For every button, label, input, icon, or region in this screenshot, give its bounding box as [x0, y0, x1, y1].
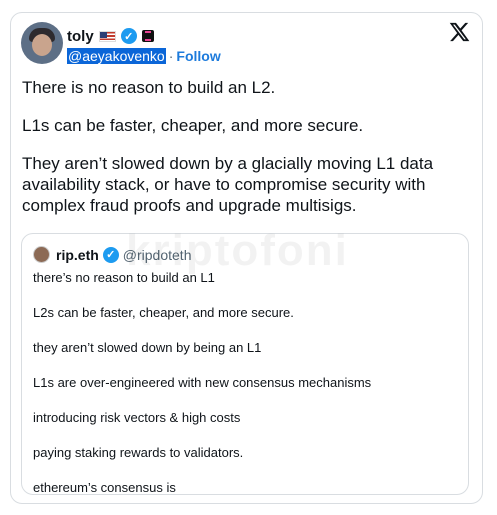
author-handle-row: @aeyakovenko · Follow [67, 48, 221, 64]
author-handle[interactable]: @aeyakovenko [67, 48, 166, 64]
quoted-line: L1s are over-engineered with new consens… [33, 375, 372, 390]
follow-button[interactable]: Follow [176, 48, 220, 64]
separator-dot: · [168, 48, 174, 64]
x-logo-icon[interactable] [448, 21, 470, 43]
quoted-tweet-body: there’s no reason to build an L1 L2s can… [33, 270, 371, 515]
watermark: kriptofoni [126, 226, 349, 275]
tweet-paragraph: There is no reason to build an L2. [22, 78, 276, 97]
quoted-line: they aren’t slowed down by being an L1 [33, 340, 262, 355]
author-name[interactable]: toly [67, 28, 94, 45]
quoted-line: paying staking rewards to validators. [33, 445, 244, 460]
affiliation-badge-icon[interactable] [141, 30, 154, 42]
tweet-paragraph: L1s can be faster, cheaper, and more sec… [22, 116, 364, 135]
tweet-paragraph: They aren’t slowed down by a glacially m… [22, 154, 434, 215]
quoted-line: L2s can be faster, cheaper, and more sec… [33, 305, 294, 320]
tweet-body: There is no reason to build an L2. L1s c… [22, 77, 472, 233]
verified-badge-icon: ✓ [120, 28, 137, 44]
author-name-row: toly ✓ [67, 27, 154, 45]
us-flag-icon [98, 30, 116, 42]
author-avatar[interactable] [21, 22, 63, 64]
quoted-author-avatar [33, 246, 50, 263]
quoted-line: introducing risk vectors & high costs [33, 410, 241, 425]
verified-badge-icon: ✓ [102, 246, 119, 263]
quoted-author-name: rip.eth [56, 246, 99, 263]
avatar-face [32, 34, 52, 56]
quoted-line: ethereum’s consensus is [33, 480, 176, 495]
